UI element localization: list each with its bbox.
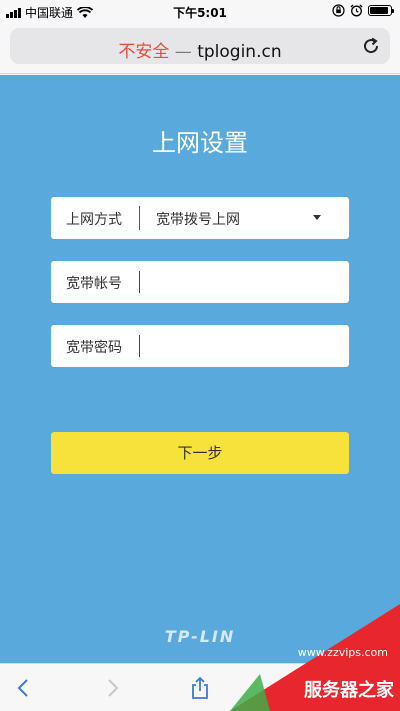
share-icon[interactable] xyxy=(188,676,212,700)
reload-icon[interactable] xyxy=(361,36,381,56)
site-watermark: www.zzvips.com 服务器之家 xyxy=(230,604,400,711)
status-bar: 中国联通 下午5:01 xyxy=(0,0,400,22)
battery-icon xyxy=(368,5,394,16)
watermark-text: 服务器之家 xyxy=(304,680,394,701)
dropdown-arrow-icon[interactable] xyxy=(313,215,321,220)
page-title: 上网设置 xyxy=(152,129,248,157)
browser-address-area: 不安全 — tplogin.cn xyxy=(0,22,400,74)
address-domain: tplogin.cn xyxy=(197,42,282,62)
address-text: 不安全 — tplogin.cn xyxy=(10,37,390,62)
back-icon[interactable] xyxy=(12,676,36,700)
account-label: 宽带帐号 xyxy=(66,276,122,292)
text-cursor xyxy=(139,335,140,357)
next-step-button[interactable]: 下一步 xyxy=(51,432,349,474)
text-cursor xyxy=(139,271,140,293)
address-separator: — xyxy=(169,42,198,62)
connection-type-label: 上网方式 xyxy=(66,212,122,228)
connection-type-select[interactable]: 上网方式 宽带拨号上网 xyxy=(51,197,349,239)
setup-page: 上网设置 上网方式 宽带拨号上网 宽带帐号 宽带密码 下一步 TP-LIN xyxy=(0,75,400,663)
account-input[interactable] xyxy=(147,267,337,297)
password-label: 宽带密码 xyxy=(66,340,122,356)
field-divider xyxy=(139,206,140,230)
watermark-url: www.zzvips.com xyxy=(297,646,388,659)
lock-rotation-icon xyxy=(332,4,345,17)
connection-type-value: 宽带拨号上网 xyxy=(156,212,240,228)
alarm-icon xyxy=(350,4,363,17)
insecure-label: 不安全 xyxy=(118,42,170,62)
account-field[interactable]: 宽带帐号 xyxy=(51,261,349,303)
forward-icon[interactable] xyxy=(100,676,124,700)
password-field[interactable]: 宽带密码 xyxy=(51,325,349,367)
address-bar[interactable]: 不安全 — tplogin.cn xyxy=(10,28,390,64)
password-input[interactable] xyxy=(147,331,337,361)
